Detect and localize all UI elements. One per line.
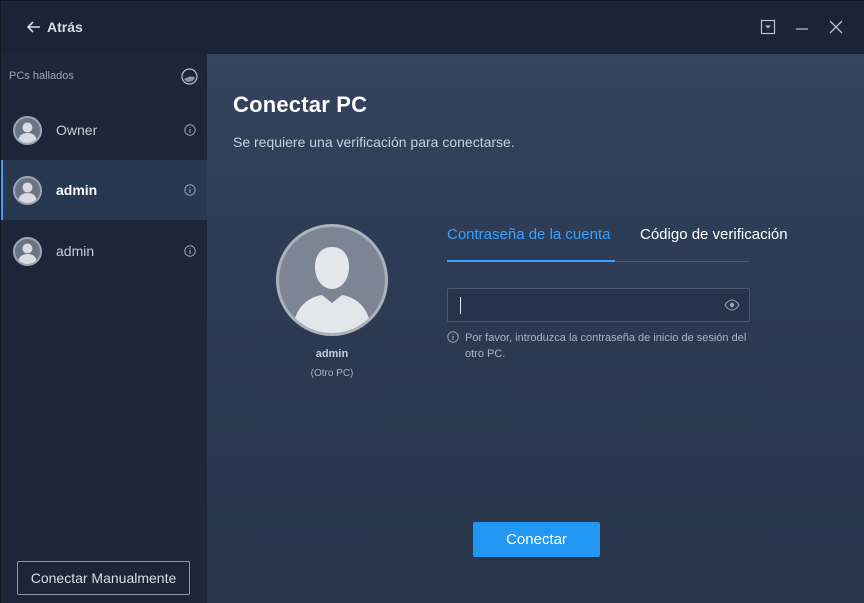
auth-tabs: Contraseña de la cuenta Código de verifi… [447,226,788,262]
dropdown-button[interactable] [758,17,778,37]
dropdown-icon [760,19,776,35]
minimize-icon [796,28,808,30]
connect-button[interactable]: Conectar [473,522,600,557]
user-avatar-icon [13,175,42,205]
minimize-button[interactable] [792,17,812,37]
text-caret [460,297,461,314]
refresh-icon[interactable] [181,68,198,85]
app-window: Atrás PCs hallados Owner admin admin Con… [0,0,864,603]
hint-text: Por favor, introduzca la contraseña de i… [465,332,747,360]
sidebar-header: PCs hallados [9,68,199,85]
connect-manually-button[interactable]: Conectar Manualmente [17,561,190,595]
page-subtitle: Se requiere una verificación para conect… [233,134,515,150]
user-avatar-icon [13,236,42,266]
info-icon[interactable] [184,245,196,257]
page-title: Conectar PC [233,92,368,117]
sidebar-item-admin-selected[interactable]: admin [1,160,207,220]
sidebar-item-owner[interactable]: Owner [1,100,207,160]
info-icon[interactable] [184,184,196,196]
sidebar-item-label: admin [56,182,98,198]
target-avatar-icon [276,224,388,336]
info-icon [447,331,459,343]
tab-verification-code[interactable]: Código de verificación [640,226,788,262]
sidebar-item-label: Owner [56,122,98,138]
password-hint: Por favor, introduzca la contraseña de i… [447,330,757,362]
back-label: Atrás [47,19,83,35]
back-arrow-icon [27,21,40,33]
close-icon [829,20,843,34]
user-avatar-icon [13,115,42,145]
password-input[interactable] [458,289,718,321]
close-button[interactable] [826,17,846,37]
eye-icon[interactable] [724,298,740,312]
target-pc-type: (Otro PC) [310,368,354,379]
title-bar: Atrás [1,1,864,54]
found-pcs-label: PCs hallados [9,70,74,82]
info-icon[interactable] [184,124,196,136]
main-panel: Conectar PC Se requiere una verificación… [207,54,864,603]
sidebar: PCs hallados Owner admin admin Conectar … [1,54,207,603]
sidebar-item-label: admin [56,243,95,259]
tab-account-password[interactable]: Contraseña de la cuenta [447,226,615,262]
back-button[interactable]: Atrás [27,19,83,35]
sidebar-item-admin[interactable]: admin [1,221,207,281]
target-pc-name: admin [315,348,349,360]
password-field[interactable] [447,288,750,322]
